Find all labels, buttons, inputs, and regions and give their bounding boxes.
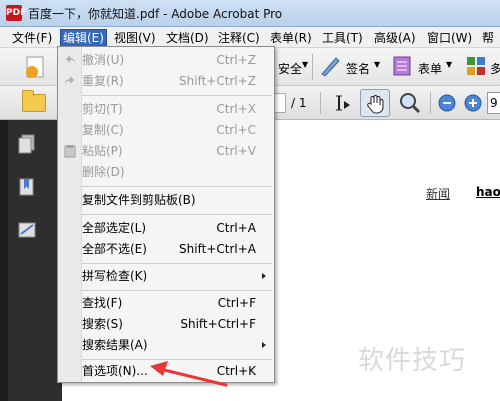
title-bar: PDF 百度一下，你就知道.pdf - Adobe Acrobat Pro bbox=[0, 0, 500, 27]
menu-item-select-all[interactable]: 全部选定(L) Ctrl+A bbox=[58, 218, 274, 238]
multimedia-icon bbox=[467, 57, 485, 75]
menu-item-copy-file-to-clipboard[interactable]: 复制文件到剪贴板(B) bbox=[58, 190, 274, 210]
menu-item-search-results[interactable]: 搜索结果(A) bbox=[58, 335, 274, 355]
hand-tool-button[interactable] bbox=[360, 89, 390, 117]
signatures-icon[interactable] bbox=[18, 220, 36, 240]
window-title: 百度一下，你就知道.pdf - Adobe Acrobat Pro bbox=[28, 7, 283, 21]
menu-separator bbox=[82, 95, 272, 96]
open-folder-icon[interactable] bbox=[22, 90, 46, 112]
zoom-value: 9 bbox=[490, 96, 498, 110]
edit-menu-dropdown: 撤消(U) Ctrl+Z 重复(R) Shift+Ctrl+Z 剪切(T) Ct… bbox=[57, 46, 275, 383]
page-total: / 1 bbox=[291, 96, 307, 110]
zoom-percent-input[interactable]: 9 bbox=[487, 92, 500, 114]
submenu-arrow-icon bbox=[262, 273, 266, 279]
toolbar-divider bbox=[320, 92, 321, 114]
menu-help[interactable]: 帮 bbox=[480, 29, 496, 47]
text-select-icon[interactable] bbox=[333, 93, 353, 113]
menu-window[interactable]: 窗口(W) bbox=[425, 29, 474, 47]
zoom-tool-icon[interactable] bbox=[398, 91, 422, 115]
menu-item-undo[interactable]: 撤消(U) Ctrl+Z bbox=[58, 50, 274, 70]
chevron-down-icon[interactable]: ▼ bbox=[446, 60, 452, 69]
menu-file[interactable]: 文件(F) bbox=[10, 29, 54, 47]
toolbar-divider bbox=[430, 92, 431, 114]
menu-separator bbox=[82, 214, 272, 215]
menu-separator bbox=[82, 290, 272, 291]
menu-item-cut[interactable]: 剪切(T) Ctrl+X bbox=[58, 99, 274, 119]
menu-document[interactable]: 文档(D) bbox=[164, 29, 211, 47]
acrobat-app-icon: PDF bbox=[6, 5, 26, 21]
menu-advanced[interactable]: 高级(A) bbox=[372, 29, 418, 47]
menu-item-copy[interactable]: 复制(C) Ctrl+C bbox=[58, 120, 274, 140]
bookmarks-icon[interactable] bbox=[18, 177, 36, 197]
hao123-link[interactable]: hao bbox=[476, 185, 500, 199]
sign-button[interactable]: 签名 bbox=[346, 60, 370, 77]
menu-item-search[interactable]: 搜索(S) Shift+Ctrl+F bbox=[58, 314, 274, 334]
menu-forms[interactable]: 表单(R) bbox=[268, 29, 314, 47]
menu-edit[interactable]: 编辑(E) bbox=[60, 29, 107, 47]
multimedia-button[interactable]: 多 bbox=[490, 60, 500, 77]
hand-icon bbox=[367, 95, 384, 114]
undo-icon bbox=[66, 55, 76, 64]
menu-tools[interactable]: 工具(T) bbox=[320, 29, 365, 47]
submenu-arrow-icon bbox=[262, 342, 266, 348]
menu-separator bbox=[82, 263, 272, 264]
panel-edge bbox=[0, 120, 8, 401]
chevron-down-icon[interactable]: ▼ bbox=[302, 60, 308, 69]
menu-item-spell-check[interactable]: 拼写检查(K) bbox=[58, 266, 274, 286]
menu-view[interactable]: 视图(V) bbox=[112, 29, 158, 47]
menu-item-deselect-all[interactable]: 全部不选(E) Shift+Ctrl+A bbox=[58, 239, 274, 259]
redo-icon bbox=[64, 76, 74, 85]
menu-item-delete[interactable]: 删除(D) bbox=[58, 162, 274, 182]
paste-icon bbox=[64, 145, 76, 158]
create-pdf-icon[interactable] bbox=[22, 54, 48, 80]
toolbar-divider bbox=[312, 54, 313, 80]
security-button[interactable]: 安全 bbox=[278, 60, 302, 77]
menu-item-preferences[interactable]: 首选项(N)... Ctrl+K bbox=[58, 361, 274, 381]
pages-icon[interactable] bbox=[18, 134, 36, 154]
forms-button[interactable]: 表单 bbox=[418, 60, 442, 77]
forms-icon bbox=[393, 56, 411, 76]
menu-separator bbox=[82, 186, 272, 187]
watermark: 软件技巧 bbox=[358, 346, 467, 376]
menu-bar: 文件(F) 编辑(E) 视图(V) 文档(D) 注释(C) 表单(R) 工具(T… bbox=[0, 27, 500, 48]
menu-separator bbox=[82, 359, 272, 360]
navigation-panel bbox=[0, 120, 62, 401]
menu-item-find[interactable]: 查找(F) Ctrl+F bbox=[58, 293, 274, 313]
news-link[interactable]: 新闻 bbox=[426, 185, 450, 202]
sign-pen-icon bbox=[321, 57, 340, 77]
zoom-in-icon[interactable] bbox=[464, 94, 482, 112]
chevron-down-icon[interactable]: ▼ bbox=[374, 60, 380, 69]
menu-item-redo[interactable]: 重复(R) Shift+Ctrl+Z bbox=[58, 71, 274, 91]
menu-item-paste[interactable]: 粘贴(P) Ctrl+V bbox=[58, 141, 274, 161]
menu-comments[interactable]: 注释(C) bbox=[216, 29, 262, 47]
zoom-out-icon[interactable] bbox=[438, 94, 456, 112]
